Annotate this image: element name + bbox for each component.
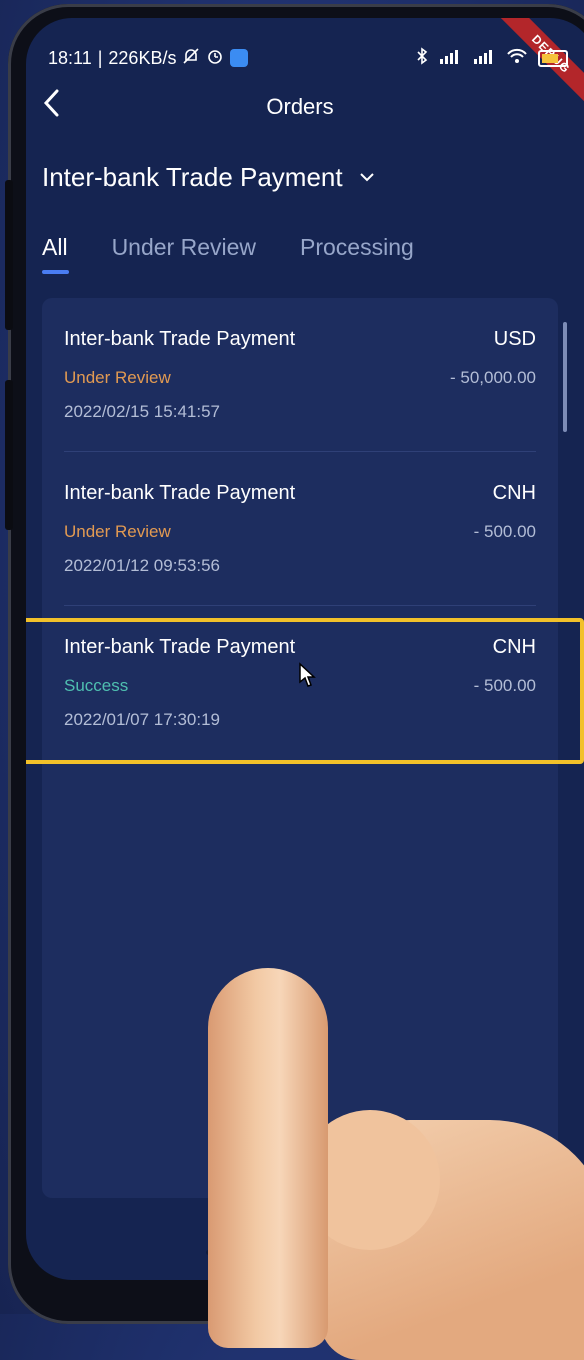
order-card[interactable]: Inter-bank Trade Payment USD Under Revie… [42,298,558,452]
order-amount: - 50,000.00 [449,368,536,387]
scrollbar[interactable] [563,322,567,432]
chevron-down-icon [359,169,375,187]
wifi-icon [506,48,528,68]
battery-icon [538,49,568,67]
finger-overlay [208,968,328,1348]
tab-processing[interactable]: Processing [300,234,414,261]
category-dropdown[interactable]: Inter-bank Trade Payment [42,162,375,193]
phone-side-button [5,180,13,330]
status-right [416,47,568,69]
category-label: Inter-bank Trade Payment [42,162,343,192]
mute-bell-icon [182,47,200,70]
order-time: 2022/02/15 15:41:57 [64,402,220,421]
order-time: 2022/01/12 09:53:56 [64,556,220,575]
order-card[interactable]: Inter-bank Trade Payment CNH Under Revie… [42,452,558,606]
signal-hd-icon [438,48,462,68]
page-title: Orders [266,94,334,119]
bluetooth-icon [416,47,428,69]
alarm-icon [206,47,224,70]
app-badge-icon [230,49,249,67]
status-bar: 18:11 | 226KB/s [48,46,568,70]
status-speed: 226KB/s [108,47,177,68]
order-currency: CNH [492,482,536,504]
phone-side-button [5,380,13,530]
status-separator: | [97,47,103,68]
order-title: Inter-bank Trade Payment [64,328,296,350]
tab-under-review[interactable]: Under Review [112,234,256,261]
order-amount: - 500.00 [473,522,536,541]
signal-hd-icon [472,48,496,68]
mouse-cursor-icon [298,662,316,693]
app-header: Orders [26,88,584,128]
status-time: 18:11 [48,47,92,68]
order-status: Under Review [64,368,171,387]
status-tabs: All Under Review Processing [42,234,414,274]
order-status: Under Review [64,522,171,541]
order-currency: USD [493,328,536,350]
order-title: Inter-bank Trade Payment [64,482,296,504]
status-left: 18:11 | 226KB/s [48,47,249,70]
tab-all[interactable]: All [42,234,69,274]
